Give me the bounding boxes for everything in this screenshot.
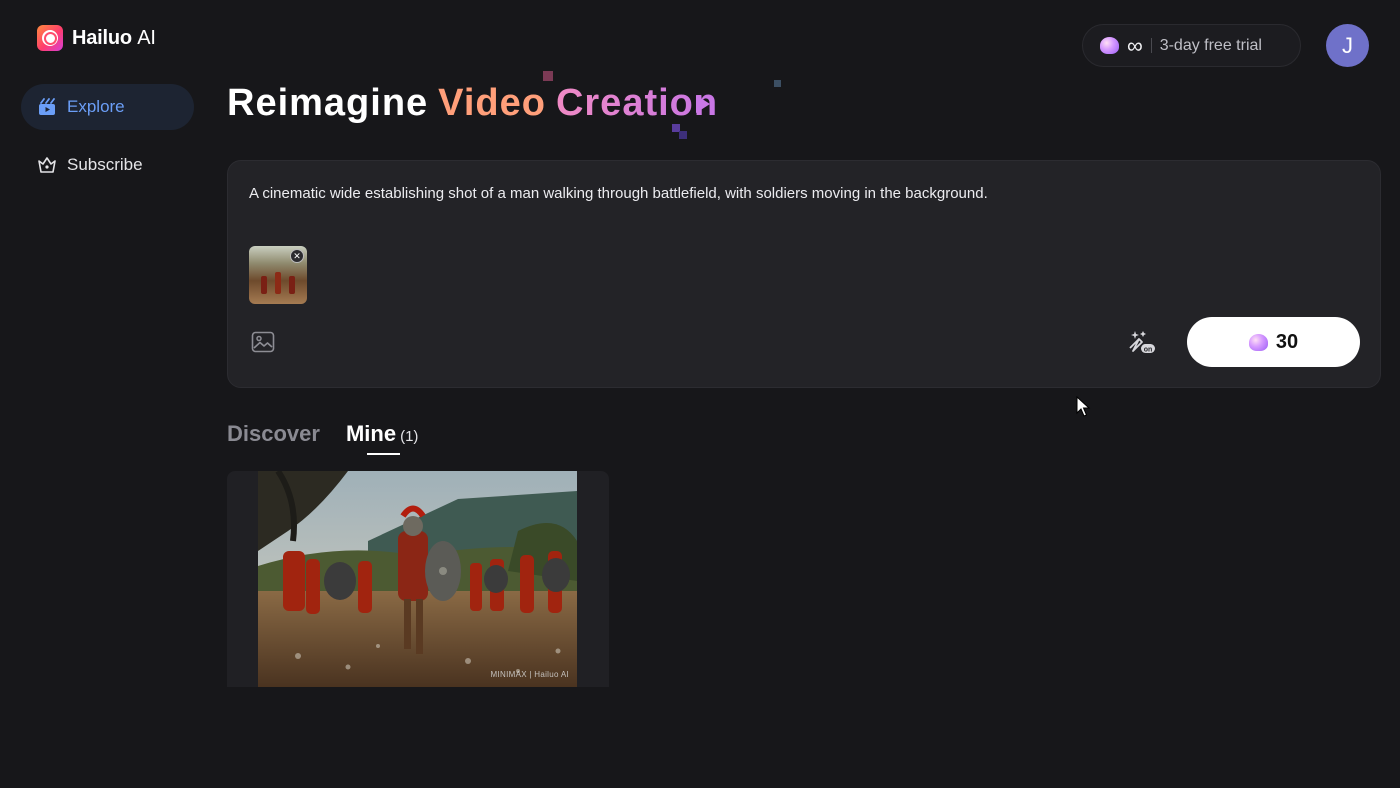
gallery-tabs: Discover Mine (1) <box>227 421 419 455</box>
tab-mine[interactable]: Mine (1) <box>346 421 419 455</box>
app-root: Hailuo AI Explore Subscribe ∞ 3-day free… <box>0 0 1400 788</box>
sidebar: Explore Subscribe <box>21 84 194 200</box>
page-title: Reimagine Video Creation <box>227 82 719 124</box>
video-card[interactable]: MINIMAX | Hailuo AI <box>227 471 609 687</box>
subscribe-icon <box>37 155 57 175</box>
logo-icon <box>37 25 63 51</box>
trial-label: 3-day free trial <box>1159 36 1262 54</box>
image-upload-icon[interactable] <box>250 329 276 355</box>
decor-pixel <box>774 80 781 87</box>
brand-name: Hailuo AI <box>72 26 156 49</box>
sidebar-item-label: Subscribe <box>67 155 143 174</box>
remove-image-icon[interactable]: ✕ <box>290 249 304 263</box>
svg-text:on: on <box>1144 346 1153 353</box>
play-triangle-icon <box>696 95 710 113</box>
prompt-input[interactable]: A cinematic wide establishing shot of a … <box>249 185 988 202</box>
divider <box>1150 38 1152 53</box>
thumbnail-figure <box>261 276 267 294</box>
user-avatar[interactable]: J <box>1326 24 1369 67</box>
video-watermark: MINIMAX | Hailuo AI <box>490 670 569 679</box>
tab-discover[interactable]: Discover <box>227 421 320 447</box>
explore-icon <box>37 97 57 117</box>
video-thumbnail: MINIMAX | Hailuo AI <box>258 471 577 687</box>
sidebar-item-explore[interactable]: Explore <box>21 84 194 130</box>
credits-balance: ∞ <box>1127 32 1143 58</box>
thumbnail-figure <box>275 272 281 294</box>
decor-pixel <box>543 71 553 81</box>
sidebar-item-label: Explore <box>67 97 125 116</box>
credit-shell-icon <box>1248 333 1268 351</box>
generate-button[interactable]: 30 <box>1187 317 1360 367</box>
free-trial-button[interactable]: ∞ 3-day free trial <box>1082 24 1301 67</box>
active-tab-underline <box>366 453 400 455</box>
prompt-panel: A cinematic wide establishing shot of a … <box>227 160 1381 388</box>
sidebar-item-subscribe[interactable]: Subscribe <box>21 142 194 188</box>
generate-cost: 30 <box>1275 330 1299 353</box>
prompt-enhance-toggle-icon[interactable]: on <box>1127 328 1157 356</box>
credit-shell-icon <box>1100 37 1119 54</box>
decor-pixel <box>679 131 687 139</box>
thumbnail-figure <box>289 276 295 294</box>
brand-logo[interactable]: Hailuo AI <box>37 25 156 51</box>
mouse-cursor-icon <box>1076 396 1091 417</box>
reference-image-thumbnail[interactable]: ✕ <box>249 246 307 304</box>
mine-count: (1) <box>400 428 419 445</box>
